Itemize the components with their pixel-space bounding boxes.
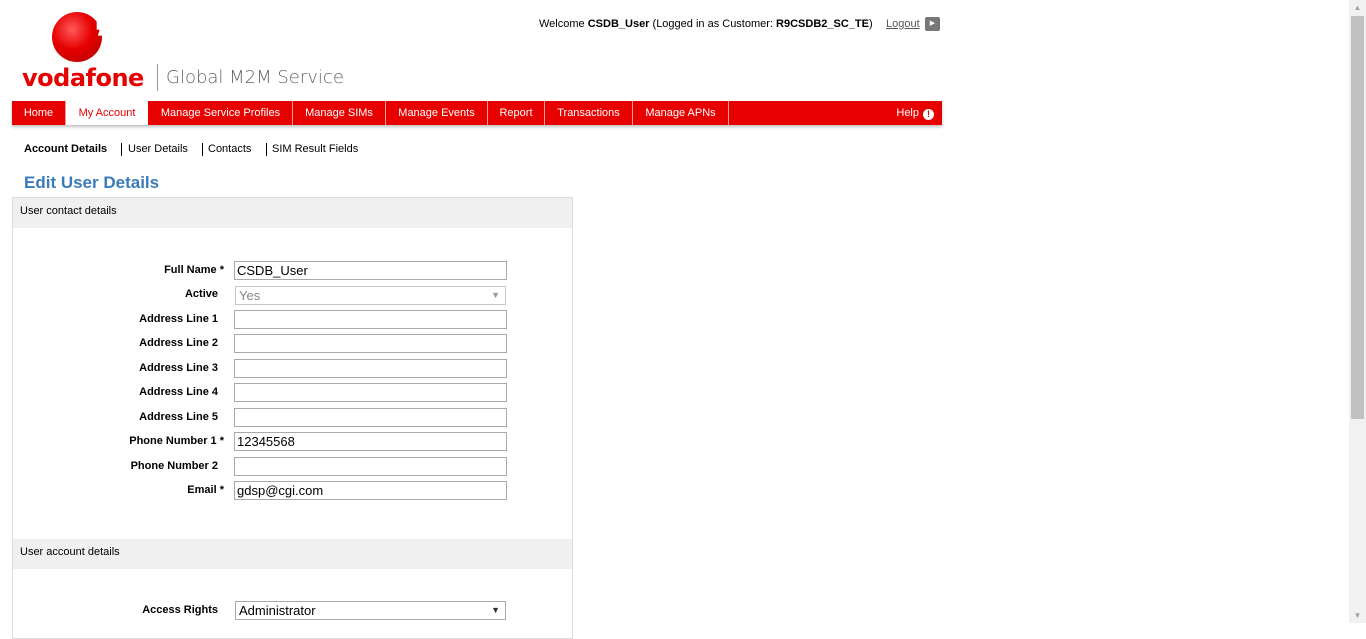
chevron-down-icon: ▼ — [491, 290, 500, 300]
subnav-divider — [121, 143, 122, 156]
help-icon: ! — [923, 109, 934, 120]
active-select-value: Yes — [239, 288, 261, 303]
active-select[interactable]: Yes ▼ — [235, 286, 506, 305]
access-rights-select[interactable]: Administrator ▼ — [235, 601, 506, 620]
phone-number-1-label: Phone Number 1 * — [129, 435, 224, 447]
scroll-thumb[interactable] — [1351, 16, 1364, 419]
logout-arrow-icon[interactable]: ▶ — [925, 17, 940, 31]
brand-subtitle: Global M2M Service — [166, 67, 344, 88]
nav-manage-events[interactable]: Manage Events — [386, 101, 488, 125]
email-label: Email * — [187, 484, 224, 496]
address-line-5-label: Address Line 5 — [139, 411, 218, 423]
subnav-user-details[interactable]: User Details — [128, 143, 188, 155]
vodafone-speechmark-icon: ❜ — [52, 12, 108, 62]
access-rights-select-value: Administrator — [239, 603, 316, 618]
phone-number-2-input[interactable] — [234, 457, 507, 476]
scroll-down-arrow-icon[interactable]: ▼ — [1349, 608, 1366, 623]
main-nav: Home My Account Manage Service Profiles … — [12, 101, 942, 125]
username: CSDB_User — [587, 18, 650, 30]
vodafone-logo[interactable]: ❜ vodafone — [22, 12, 144, 92]
subnav-sim-result-fields[interactable]: SIM Result Fields — [272, 143, 358, 155]
logo-wordmark: vodafone — [22, 64, 144, 92]
logout-link[interactable]: Logout — [886, 18, 920, 30]
nav-manage-sims[interactable]: Manage SIMs — [293, 101, 386, 125]
contact-section-title: User contact details — [20, 205, 117, 217]
logged-in-prefix: (Logged in as Customer: — [652, 18, 773, 30]
user-details-panel: User contact details Full Name * Active … — [12, 197, 573, 639]
active-label: Active — [184, 288, 218, 300]
nav-my-account[interactable]: My Account — [66, 101, 148, 125]
nav-transactions[interactable]: Transactions — [545, 101, 633, 125]
welcome-prefix: Welcome — [539, 18, 585, 30]
address-line-2-label: Address Line 2 — [139, 337, 218, 349]
address-line-2-input[interactable] — [234, 334, 507, 353]
welcome-text: Welcome CSDB_User (Logged in as Customer… — [539, 18, 873, 30]
customer-name: R9CSDB2_SC_TE — [776, 18, 869, 30]
nav-report[interactable]: Report — [488, 101, 545, 125]
subnav-divider — [266, 143, 267, 156]
nav-home[interactable]: Home — [12, 101, 66, 125]
address-line-1-label: Address Line 1 — [139, 313, 218, 325]
help-label: Help — [896, 107, 919, 119]
address-line-3-label: Address Line 3 — [139, 362, 218, 374]
contact-section-header: User contact details — [13, 198, 572, 228]
nav-help[interactable]: Help! — [896, 101, 934, 125]
phone-number-1-input[interactable] — [234, 432, 507, 451]
subnav-account-details[interactable]: Account Details — [24, 143, 107, 155]
address-line-3-input[interactable] — [234, 359, 507, 378]
address-line-5-input[interactable] — [234, 408, 507, 427]
brand-divider — [157, 64, 158, 91]
vertical-scrollbar[interactable]: ▲ ▼ — [1349, 0, 1366, 623]
account-section-header: User account details — [13, 539, 572, 569]
full-name-input[interactable] — [234, 261, 507, 280]
chevron-down-icon: ▼ — [491, 605, 500, 615]
email-input[interactable] — [234, 481, 507, 500]
nav-manage-apns[interactable]: Manage APNs — [633, 101, 729, 125]
scroll-up-arrow-icon[interactable]: ▲ — [1349, 0, 1366, 15]
logged-in-suffix: ) — [868, 18, 873, 30]
access-rights-label: Access Rights — [142, 604, 218, 616]
subnav-contacts[interactable]: Contacts — [208, 143, 251, 155]
account-section-title: User account details — [20, 546, 120, 558]
address-line-4-label: Address Line 4 — [139, 386, 218, 398]
full-name-label: Full Name * — [164, 264, 224, 276]
address-line-1-input[interactable] — [234, 310, 507, 329]
nav-manage-service-profiles[interactable]: Manage Service Profiles — [149, 101, 293, 125]
address-line-4-input[interactable] — [234, 383, 507, 402]
page-title: Edit User Details — [24, 173, 160, 192]
phone-number-2-label: Phone Number 2 — [130, 460, 218, 472]
subnav-divider — [202, 143, 203, 156]
